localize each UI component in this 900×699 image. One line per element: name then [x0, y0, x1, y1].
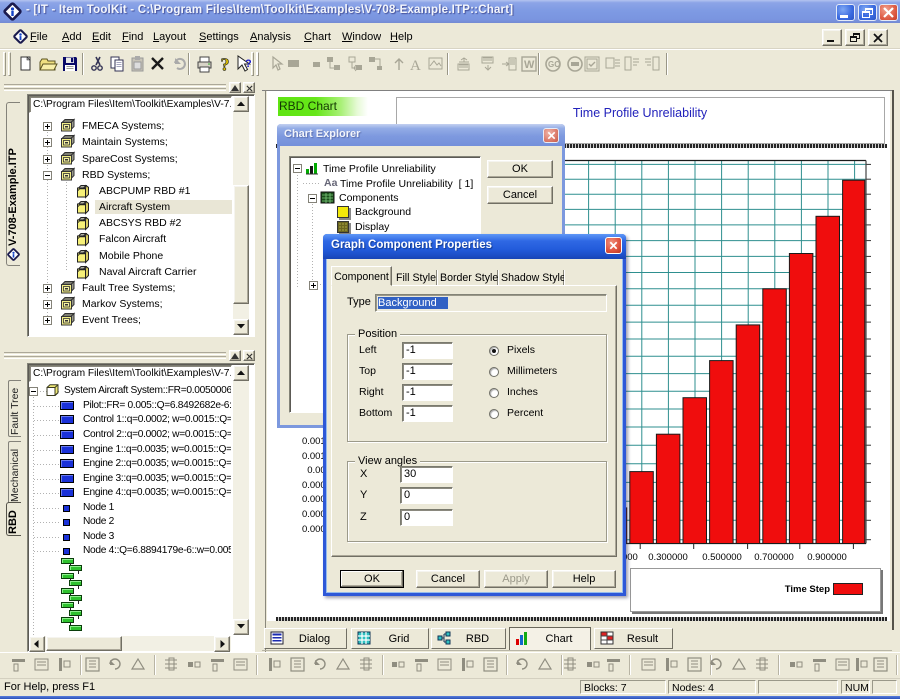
- svg-text:GO: GO: [548, 60, 560, 69]
- svg-text:W: W: [524, 59, 535, 71]
- svg-text:A: A: [410, 58, 421, 74]
- svg-text:?: ?: [221, 55, 230, 75]
